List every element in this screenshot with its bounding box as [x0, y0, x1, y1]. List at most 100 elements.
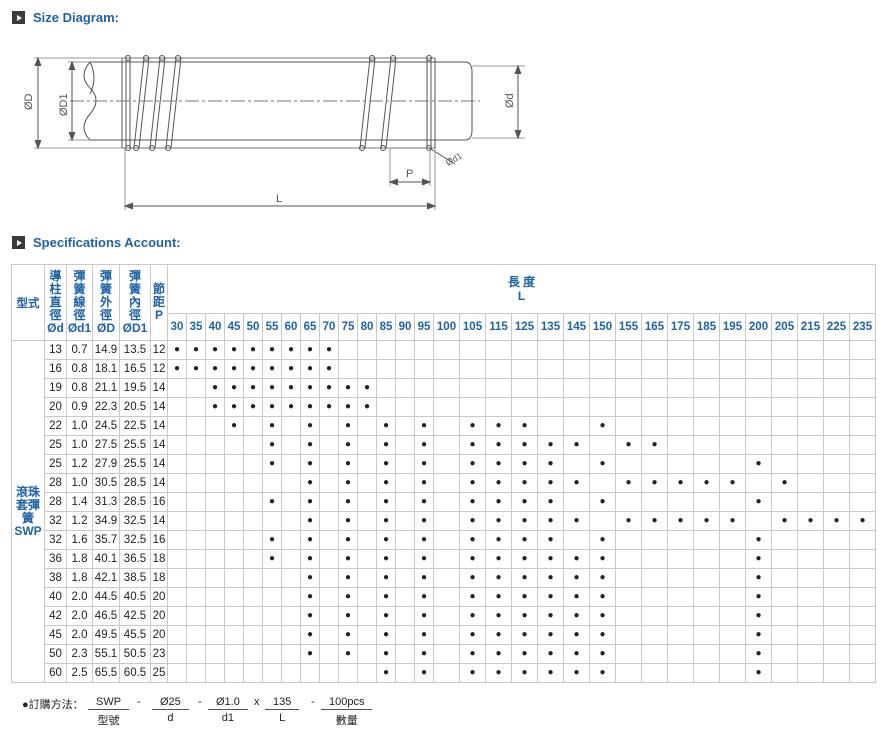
spec-cell-d1: 1.2 [66, 454, 93, 474]
length-cell [693, 492, 720, 512]
length-cell: ● [537, 492, 564, 512]
length-cell [262, 606, 282, 626]
length-cell [433, 511, 460, 531]
availability-dot: ● [306, 534, 314, 545]
length-cell [745, 473, 772, 493]
availability-dot: ● [306, 363, 314, 374]
length-cell [797, 473, 824, 493]
length-cell: ● [300, 587, 320, 607]
length-cell: ● [262, 397, 282, 417]
length-cell: ● [459, 644, 486, 664]
order-field: Ø1.0 d1 [208, 696, 248, 724]
length-cell [667, 587, 694, 607]
length-cell: ● [414, 625, 434, 645]
length-cell [281, 416, 301, 436]
availability-dot: ● [420, 496, 428, 507]
length-cell [357, 416, 377, 436]
length-cell [433, 492, 460, 512]
length-cell: ● [281, 340, 301, 360]
length-cell [167, 663, 187, 683]
length-cell: ● [414, 587, 434, 607]
order-field-key: 數量 [335, 715, 358, 727]
spec-cell-d1: 38.5 [119, 568, 151, 588]
availability-dot: ● [547, 591, 554, 602]
length-cell [357, 435, 377, 455]
column-header-text: P [154, 308, 163, 322]
length-cell [667, 416, 694, 436]
table-row: 28 1.4 31.3 28.5 16 ● ● ● ● ● ● ● ● ● ● ● [12, 492, 876, 512]
length-cell [357, 587, 377, 607]
availability-dot: ● [755, 629, 762, 640]
length-cell [693, 454, 720, 474]
availability-dot: ● [573, 515, 580, 526]
length-cell: ● [338, 549, 358, 569]
length-cell [511, 359, 538, 379]
availability-dot: ● [521, 648, 528, 659]
length-cell: ● [459, 473, 486, 493]
length-cell [281, 644, 301, 664]
length-cell [615, 492, 642, 512]
length-cell [797, 606, 824, 626]
length-cell [823, 568, 850, 588]
length-cell [281, 663, 301, 683]
length-cell [395, 378, 415, 398]
length-cell: ● [262, 492, 282, 512]
length-cell: ● [300, 378, 320, 398]
length-cell: ● [262, 435, 282, 455]
length-cell [376, 397, 396, 417]
availability-dot: ● [469, 629, 476, 640]
length-cell [771, 549, 798, 569]
length-cell: ● [641, 473, 668, 493]
length-cell: ● [563, 511, 590, 531]
length-cell [167, 530, 187, 550]
spec-cell-d1: 22.5 [119, 416, 151, 436]
length-cell [338, 340, 358, 360]
length-cell: ● [511, 435, 538, 455]
availability-dot: ● [268, 496, 276, 507]
availability-dot: ● [521, 477, 528, 488]
length-cell [186, 473, 206, 493]
length-cell: ● [745, 530, 772, 550]
length-cell [771, 416, 798, 436]
table-row: 16 0.8 18.1 16.5 12 ● ● ● ● ● ● ● ● ● [12, 359, 876, 379]
length-cell [719, 587, 746, 607]
length-cell [745, 416, 772, 436]
length-cell: ● [319, 359, 339, 379]
availability-dot: ● [420, 629, 428, 640]
availability-dot: ● [495, 477, 502, 488]
spec-cell-d: 16 [44, 359, 67, 379]
length-cell [319, 473, 339, 493]
length-cell [357, 606, 377, 626]
spec-cell-d1: 40.5 [119, 587, 151, 607]
length-cell: ● [745, 606, 772, 626]
spec-cell-p: 14 [150, 416, 168, 436]
availability-dot: ● [521, 458, 528, 469]
table-row: 22 1.0 24.5 22.5 14 ● ● ● ● ● ● ● ● ● ● [12, 416, 876, 436]
spec-cell-p: 20 [150, 625, 168, 645]
availability-dot: ● [547, 534, 554, 545]
availability-dot: ● [807, 515, 814, 526]
availability-dot: ● [495, 496, 502, 507]
availability-dot: ● [306, 610, 314, 621]
availability-dot: ● [573, 553, 580, 564]
availability-dot: ● [859, 515, 866, 526]
length-cell: ● [262, 454, 282, 474]
spec-cell-p: 18 [150, 549, 168, 569]
availability-dot: ● [781, 515, 788, 526]
availability-dot: ● [521, 534, 528, 545]
availability-dot: ● [249, 401, 257, 412]
availability-dot: ● [495, 667, 502, 678]
length-cell [693, 644, 720, 664]
length-column-header: 195 [719, 313, 746, 341]
length-cell [615, 530, 642, 550]
length-cell [615, 587, 642, 607]
length-cell [849, 606, 876, 626]
length-cell [433, 340, 460, 360]
diagram-label-d1: Ød1 [444, 151, 464, 168]
length-cell [357, 644, 377, 664]
length-cell: ● [243, 378, 263, 398]
availability-dot: ● [469, 420, 476, 431]
availability-dot: ● [306, 477, 314, 488]
length-cell [823, 435, 850, 455]
length-cell [357, 549, 377, 569]
